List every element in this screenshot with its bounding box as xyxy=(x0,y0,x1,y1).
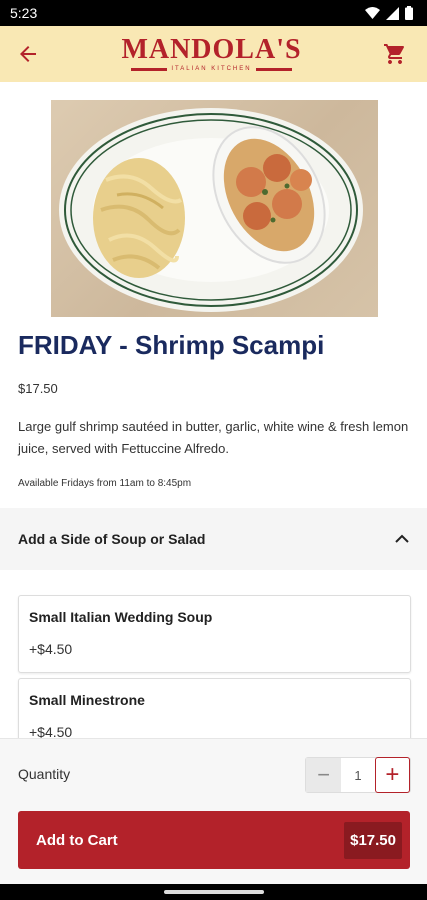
side-option-price: +$4.50 xyxy=(29,724,73,738)
back-button[interactable] xyxy=(8,34,48,74)
quantity-label: Quantity xyxy=(18,766,71,782)
status-icons xyxy=(365,6,413,20)
item-photo xyxy=(51,100,378,317)
side-option-card[interactable]: Small Italian Wedding Soup +$4.50 xyxy=(18,595,411,673)
side-option-name: Small Minestrone xyxy=(29,692,145,708)
item-title: FRIDAY - Shrimp Scampi xyxy=(18,330,325,360)
home-gesture-handle[interactable] xyxy=(163,890,264,894)
status-time: 5:23 xyxy=(10,5,38,21)
add-to-cart-label: Add to Cart xyxy=(36,831,118,849)
item-photo-illustration xyxy=(59,108,363,312)
brand-tagline: ITALIAN KITCHEN xyxy=(171,66,252,72)
quantity-stepper: − 1 + xyxy=(305,757,411,793)
status-bar: 5:23 xyxy=(0,0,427,26)
logo-rule-left xyxy=(131,67,168,71)
decrease-quantity-button[interactable]: − xyxy=(306,758,342,792)
item-description: Large gulf shrimp sautéed in butter, gar… xyxy=(18,419,409,456)
brand-name: MANDOLA'S xyxy=(121,34,302,65)
brand-logo: MANDOLA'S ITALIAN KITCHEN xyxy=(121,34,302,73)
chevron-up-icon xyxy=(395,534,409,543)
increase-quantity-button[interactable]: + xyxy=(374,757,410,793)
logo-rule-right xyxy=(255,67,292,71)
side-option-card[interactable]: Small Minestrone +$4.50 xyxy=(18,678,411,738)
wifi-icon xyxy=(365,7,380,19)
item-detail-content: FRIDAY - Shrimp Scampi $17.50 Large gulf… xyxy=(0,82,427,738)
quantity-value: 1 xyxy=(354,767,362,783)
signal-icon xyxy=(386,6,399,20)
item-price: $17.50 xyxy=(18,381,58,396)
cart-button[interactable] xyxy=(375,34,415,74)
side-section-header[interactable]: Add a Side of Soup or Salad xyxy=(0,508,427,570)
fettuccine xyxy=(93,158,185,278)
app-bar: MANDOLA'S ITALIAN KITCHEN xyxy=(0,26,427,82)
system-nav-bar xyxy=(0,884,427,900)
side-option-price: +$4.50 xyxy=(29,641,73,657)
brand-tagline-row: ITALIAN KITCHEN xyxy=(131,66,292,72)
side-section-title: Add a Side of Soup or Salad xyxy=(18,531,206,547)
side-option-name: Small Italian Wedding Soup xyxy=(29,609,213,625)
order-panel: Quantity − 1 + Add to Cart $17.50 xyxy=(0,738,427,884)
battery-icon xyxy=(405,6,413,20)
add-to-cart-button[interactable]: Add to Cart $17.50 xyxy=(18,811,410,869)
item-availability: Available Fridays from 11am to 8:45pm xyxy=(18,478,192,489)
shopping-cart-icon xyxy=(384,44,404,64)
order-total: $17.50 xyxy=(344,821,402,859)
arrow-left-icon xyxy=(20,46,36,62)
